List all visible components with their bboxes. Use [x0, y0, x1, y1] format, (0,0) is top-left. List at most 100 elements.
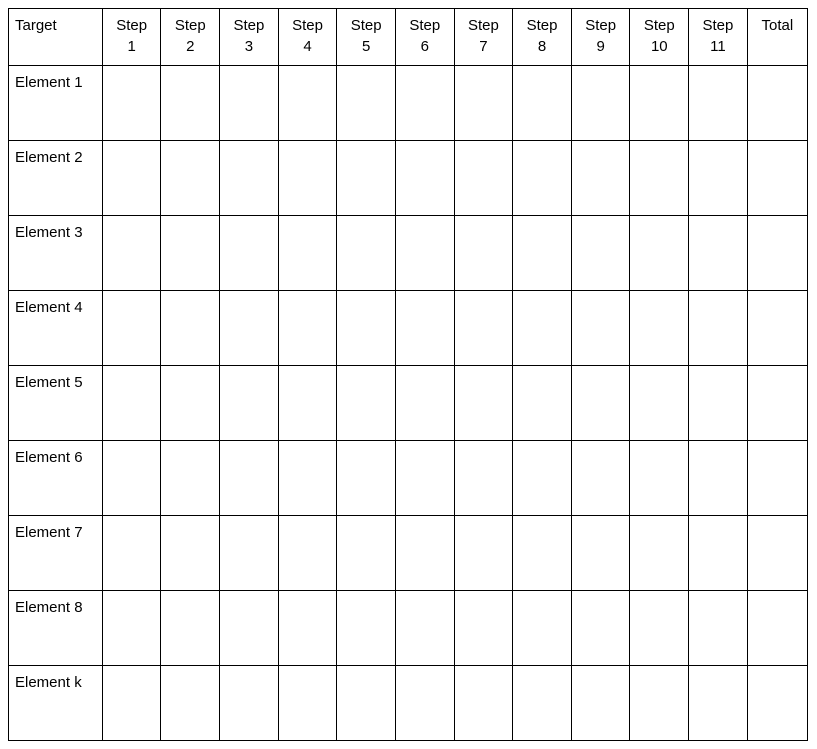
cell: [630, 591, 689, 666]
cell: [337, 291, 396, 366]
table-row: Element 7: [9, 516, 808, 591]
step-number: 11: [695, 36, 741, 57]
step-label: Step: [226, 15, 272, 36]
header-total: Total: [747, 9, 807, 66]
cell: [513, 366, 572, 441]
cell: [337, 591, 396, 666]
cell: [337, 66, 396, 141]
step-number: 9: [578, 36, 624, 57]
step-label: Step: [285, 15, 331, 36]
step-number: 5: [343, 36, 389, 57]
cell: [454, 216, 513, 291]
cell: [513, 441, 572, 516]
cell: [513, 591, 572, 666]
step-number: 1: [109, 36, 155, 57]
step-label: Step: [695, 15, 741, 36]
table-row: Element 4: [9, 291, 808, 366]
cell: [395, 591, 454, 666]
cell: [571, 291, 630, 366]
row-label: Element 4: [9, 291, 103, 366]
cell: [689, 666, 748, 741]
cell: [220, 666, 279, 741]
cell: [689, 516, 748, 591]
header-step-2: Step2: [161, 9, 220, 66]
cell: [220, 366, 279, 441]
step-number: 10: [636, 36, 682, 57]
cell: [278, 591, 337, 666]
step-label: Step: [519, 15, 565, 36]
cell: [102, 291, 161, 366]
cell: [395, 441, 454, 516]
cell: [513, 141, 572, 216]
cell: [689, 66, 748, 141]
cell: [747, 666, 807, 741]
cell: [689, 591, 748, 666]
cell: [278, 366, 337, 441]
cell: [571, 666, 630, 741]
cell: [395, 516, 454, 591]
cell: [220, 216, 279, 291]
cell: [102, 216, 161, 291]
cell: [747, 591, 807, 666]
cell: [220, 441, 279, 516]
cell: [220, 66, 279, 141]
cell: [220, 591, 279, 666]
header-step-6: Step6: [395, 9, 454, 66]
step-label: Step: [636, 15, 682, 36]
header-step-11: Step11: [689, 9, 748, 66]
cell: [630, 141, 689, 216]
cell: [102, 66, 161, 141]
cell: [278, 516, 337, 591]
cell: [102, 666, 161, 741]
table-row: Element 8: [9, 591, 808, 666]
cell: [102, 141, 161, 216]
cell: [161, 366, 220, 441]
step-number: 6: [402, 36, 448, 57]
step-label: Step: [578, 15, 624, 36]
cell: [220, 141, 279, 216]
table-row: Element 6: [9, 441, 808, 516]
step-label: Step: [461, 15, 507, 36]
cell: [337, 366, 396, 441]
cell: [630, 216, 689, 291]
table-row: Element 2: [9, 141, 808, 216]
cell: [395, 291, 454, 366]
cell: [454, 441, 513, 516]
cell: [630, 291, 689, 366]
table-row: Element 3: [9, 216, 808, 291]
step-label: Step: [343, 15, 389, 36]
header-step-9: Step9: [571, 9, 630, 66]
cell: [630, 516, 689, 591]
cell: [630, 66, 689, 141]
cell: [161, 141, 220, 216]
step-number: 8: [519, 36, 565, 57]
cell: [278, 291, 337, 366]
cell: [161, 516, 220, 591]
cell: [513, 516, 572, 591]
cell: [454, 516, 513, 591]
cell: [513, 666, 572, 741]
cell: [337, 666, 396, 741]
cell: [395, 216, 454, 291]
cell: [454, 591, 513, 666]
cell: [337, 216, 396, 291]
cell: [278, 441, 337, 516]
header-row: Target Step1 Step2 Step3 Step4 Step5 Ste…: [9, 9, 808, 66]
cell: [395, 141, 454, 216]
cell: [571, 441, 630, 516]
cell: [747, 66, 807, 141]
cell: [747, 291, 807, 366]
cell: [571, 591, 630, 666]
cell: [747, 516, 807, 591]
step-label: Step: [402, 15, 448, 36]
cell: [161, 216, 220, 291]
cell: [689, 216, 748, 291]
step-number: 2: [167, 36, 213, 57]
header-step-8: Step8: [513, 9, 572, 66]
cell: [513, 291, 572, 366]
cell: [395, 366, 454, 441]
cell: [161, 291, 220, 366]
matrix-table: Target Step1 Step2 Step3 Step4 Step5 Ste…: [8, 8, 808, 741]
cell: [513, 66, 572, 141]
cell: [571, 216, 630, 291]
